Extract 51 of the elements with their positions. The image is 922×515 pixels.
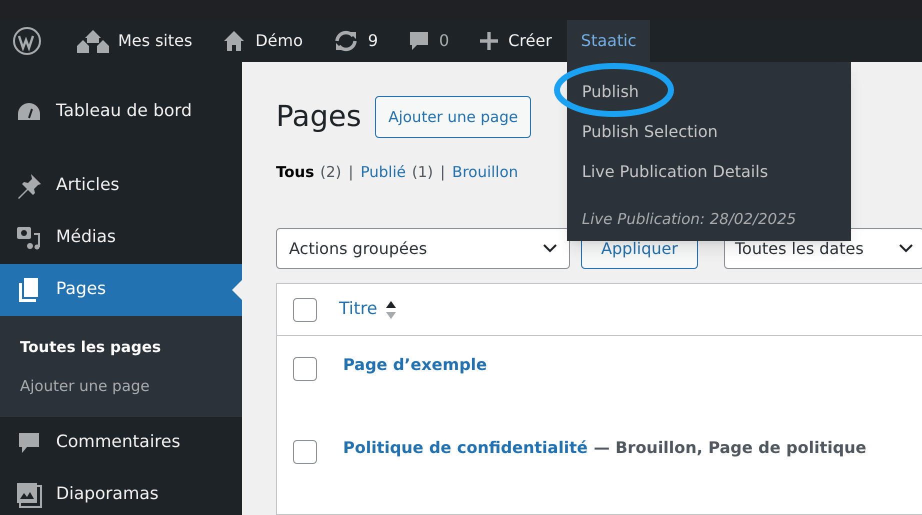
chevron-down-icon (543, 244, 557, 253)
sidebar-item[interactable]: Diaporamas (0, 469, 242, 515)
menu-item[interactable]: Live Publication Details (566, 152, 851, 192)
menu-note: Live Publication: 28/02/2025 (580, 209, 798, 230)
pushpin-icon (16, 173, 42, 199)
plus-icon (479, 31, 500, 51)
filter-count: (1) (412, 162, 434, 182)
sidebar-item[interactable]: Commentaires (0, 417, 242, 469)
sidebar-item[interactable]: Articles (0, 160, 242, 212)
houses-icon (77, 28, 109, 54)
separator: | (348, 162, 354, 182)
column-header[interactable]: Titre (339, 296, 378, 322)
home-icon (222, 29, 246, 53)
camera-music-icon (16, 225, 42, 251)
admin-bar-item[interactable]: Mes sites (62, 20, 208, 62)
refresh-icon (332, 29, 359, 53)
page-state: — Brouillon, Page de politique (594, 437, 866, 459)
speech-bubble-icon (408, 30, 430, 52)
menu-item[interactable]: Publish (566, 72, 851, 112)
speech-bubble-icon (17, 431, 41, 455)
filter-count: (2) (320, 162, 342, 182)
admin-bar-item[interactable]: Créer (464, 20, 567, 62)
chevron-down-icon (899, 244, 913, 253)
submenu-item[interactable]: Ajouter une page (0, 366, 242, 405)
page-title-link[interactable]: Politique de confidentialité (343, 436, 588, 460)
checkbox[interactable] (293, 357, 317, 381)
filter-link[interactable]: Publié (360, 160, 406, 183)
submenu-item[interactable]: Toutes les pages (0, 328, 242, 366)
bulk-actions-select[interactable]: Actions groupées (276, 228, 570, 269)
page-title-link[interactable]: Page d’exemple (343, 353, 487, 377)
sidebar-item[interactable]: Tableau de bord (0, 86, 242, 138)
gallery-icon (16, 482, 42, 508)
filter-link[interactable]: Brouillon (452, 160, 518, 183)
checkbox[interactable] (293, 298, 317, 322)
pages-icon (18, 278, 40, 302)
page-title: Pages (276, 98, 362, 135)
menu-item[interactable]: Publish Selection (566, 112, 851, 152)
admin-bar-item[interactable]: Staatic (566, 20, 650, 62)
add-page-button[interactable]: Ajouter une page (375, 96, 531, 138)
admin-bar-item[interactable]: Démo (207, 20, 318, 62)
filter-link[interactable]: Tous (276, 160, 314, 183)
admin-bar-item[interactable]: 9 (318, 20, 394, 62)
current-pointer (232, 280, 242, 300)
checkbox[interactable] (293, 440, 317, 464)
admin-bar-item[interactable]: 0 (393, 20, 464, 62)
sidebar-item[interactable]: Pages (0, 264, 242, 316)
sort-icon (385, 298, 398, 320)
separator: | (440, 162, 446, 182)
gauge-icon (17, 102, 41, 122)
logo-icon[interactable] (12, 26, 42, 56)
sidebar-item[interactable]: Médias (0, 212, 242, 264)
